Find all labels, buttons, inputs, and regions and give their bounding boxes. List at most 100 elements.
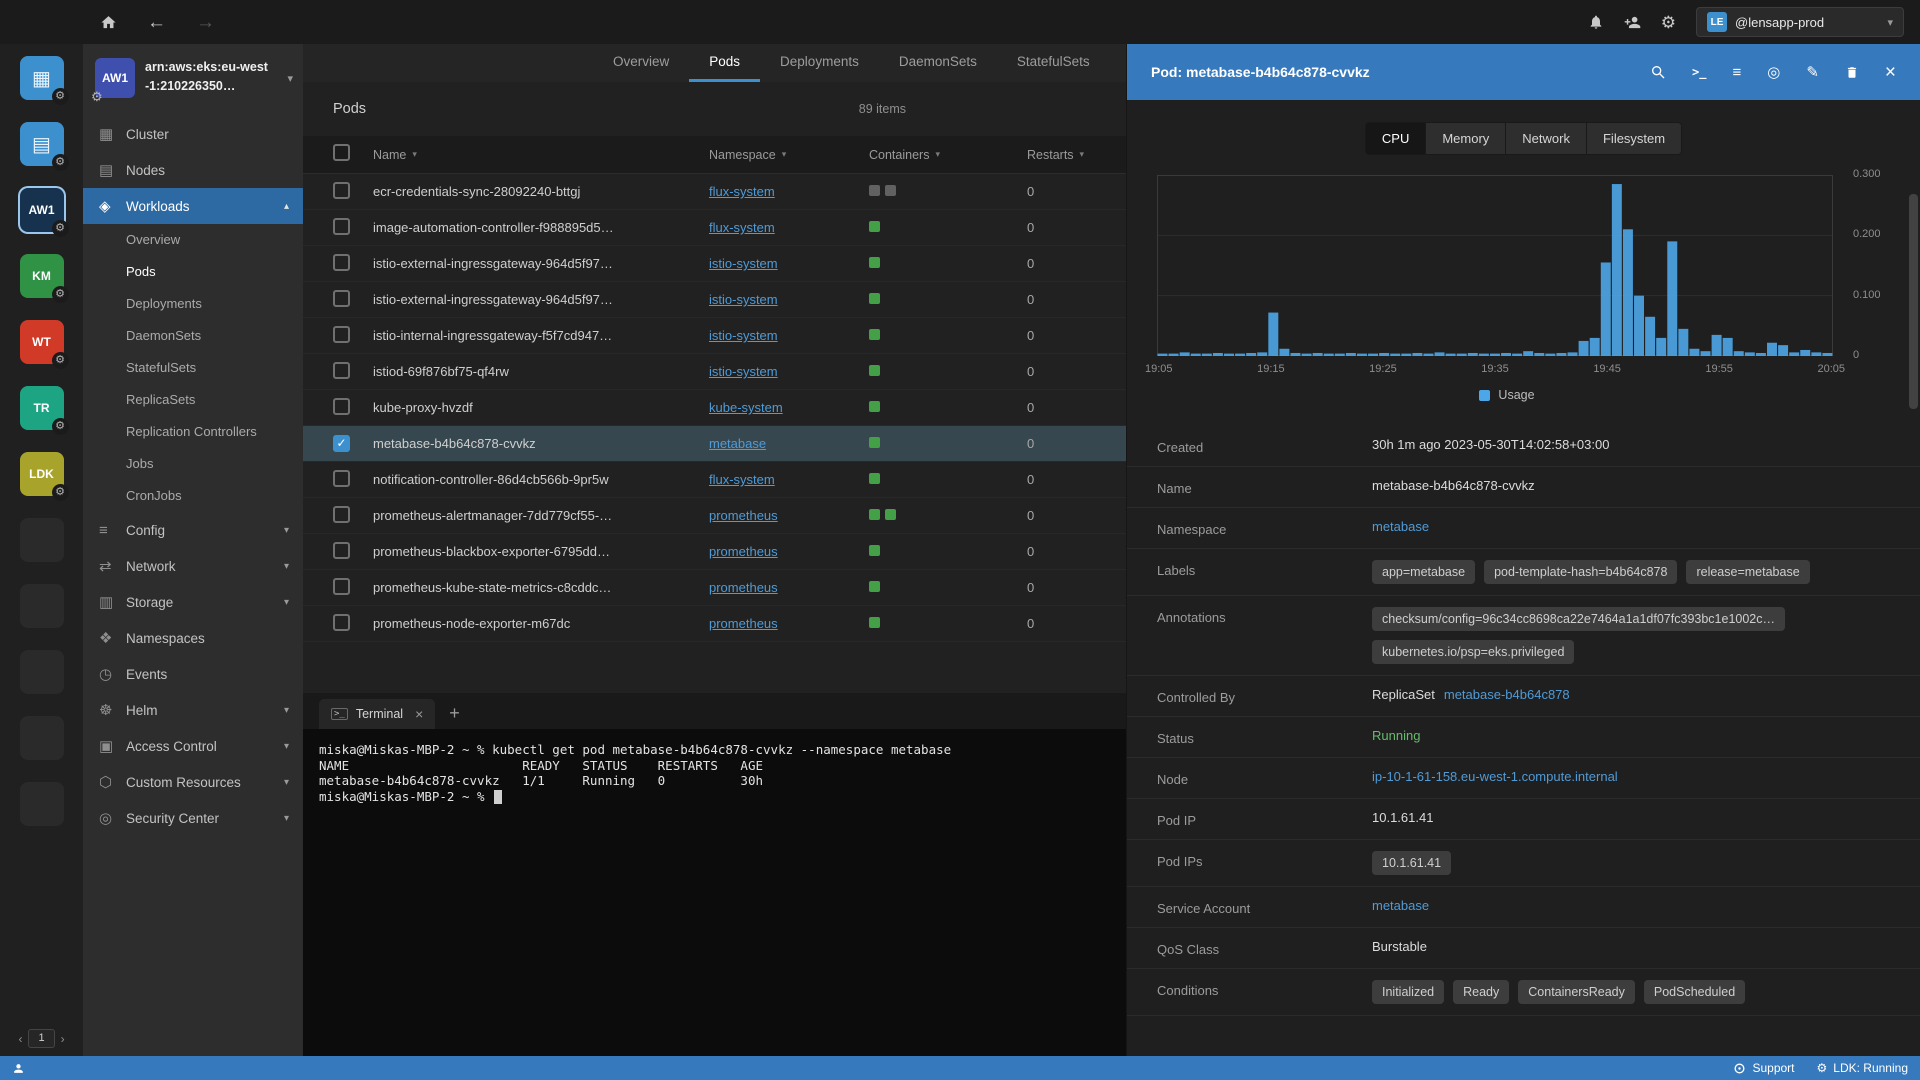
settings-gear-icon[interactable]: ⚙	[1661, 14, 1676, 31]
hotbar-tile-cluster-tr[interactable]: TR ⚙	[19, 386, 69, 435]
page-next-button[interactable]: ›	[61, 1032, 65, 1046]
select-all-checkbox[interactable]	[333, 143, 350, 161]
metrics-tab-cpu[interactable]: CPU	[1364, 122, 1427, 155]
scrollbar-thumb[interactable]	[1909, 194, 1918, 409]
namespace-link[interactable]: istio-system	[709, 256, 778, 271]
namespace-link[interactable]: flux-system	[709, 220, 775, 235]
row-checkbox[interactable]	[333, 613, 350, 631]
row-checkbox[interactable]	[333, 325, 350, 343]
page-prev-button[interactable]: ‹	[18, 1032, 22, 1046]
delete-icon[interactable]	[1845, 65, 1859, 80]
sidebar-item-nodes[interactable]: ▤ Nodes	[83, 152, 303, 188]
table-row[interactable]: ecr-credentials-sync-28092240-bttgj flux-…	[303, 174, 1126, 210]
tab-overview[interactable]: Overview	[593, 44, 689, 82]
row-checkbox[interactable]	[333, 397, 350, 415]
close-icon[interactable]: ×	[1885, 63, 1896, 82]
sidebar-item-jobs[interactable]: Jobs	[83, 448, 303, 480]
row-checkbox[interactable]	[333, 361, 350, 379]
hotbar-tile-cluster-aw1[interactable]: AW1 ⚙	[19, 188, 69, 237]
cluster-switcher[interactable]: AW1 ⚙ arn:aws:eks:eu-west-1:210226350… ▾	[83, 44, 303, 108]
sidebar-item-helm[interactable]: ☸ Helm ▾	[83, 692, 303, 728]
attach-pod-icon[interactable]: ◎	[1767, 65, 1780, 80]
namespace-link[interactable]: istio-system	[709, 328, 778, 343]
column-header-name[interactable]: Name ▾	[373, 148, 709, 162]
pod-shell-icon[interactable]: >_	[1692, 66, 1706, 78]
column-header-namespace[interactable]: Namespace ▾	[709, 148, 869, 162]
table-row[interactable]: prometheus-node-exporter-m67dc prometheus…	[303, 606, 1126, 642]
hotbar-tile-cluster-ldk[interactable]: LDK ⚙	[19, 452, 69, 501]
row-checkbox[interactable]	[333, 541, 350, 559]
close-icon[interactable]: ×	[415, 706, 423, 722]
sidebar-item-namespaces[interactable]: ❖ Namespaces	[83, 620, 303, 656]
namespace-link[interactable]: flux-system	[709, 184, 775, 199]
gear-badge-icon[interactable]: ⚙	[51, 484, 69, 501]
namespace-link[interactable]: istio-system	[709, 292, 778, 307]
namespace-link[interactable]: prometheus	[709, 508, 778, 523]
cluster-settings-icon[interactable]: ⚙	[91, 89, 103, 105]
sidebar-item-network[interactable]: ⇄ Network ▾	[83, 548, 303, 584]
new-tab-button[interactable]: +	[449, 703, 460, 724]
row-checkbox[interactable]	[333, 505, 350, 523]
terminal-tab[interactable]: >_ Terminal ×	[319, 699, 436, 729]
terminal-output[interactable]: miska@Miskas-MBP-2 ~ % kubectl get pod m…	[303, 729, 1126, 1056]
sidebar-item-pods[interactable]: Pods	[83, 256, 303, 288]
sidebar-item-overview[interactable]: Overview	[83, 224, 303, 256]
forward-icon[interactable]: →	[196, 13, 215, 32]
sidebar-item-custom-resources[interactable]: ⬡ Custom Resources ▾	[83, 764, 303, 800]
namespace-link[interactable]: metabase	[709, 436, 766, 451]
metrics-tab-network[interactable]: Network	[1506, 122, 1587, 155]
table-row[interactable]: image-automation-controller-f988895d5… fl…	[303, 210, 1126, 246]
chart-legend[interactable]: Usage	[1157, 388, 1857, 402]
column-header-restarts[interactable]: Restarts ▾	[1027, 148, 1126, 162]
field-link[interactable]: ip-10-1-61-158.eu-west-1.compute.interna…	[1372, 769, 1618, 784]
field-link[interactable]: metabase	[1372, 519, 1429, 534]
gear-badge-icon[interactable]: ⚙	[51, 154, 69, 171]
tab-pods[interactable]: Pods	[689, 44, 761, 82]
gear-badge-icon[interactable]: ⚙	[51, 352, 69, 369]
sidebar-item-security-center[interactable]: ◎ Security Center ▾	[83, 800, 303, 836]
sidebar-item-events[interactable]: ◷ Events	[83, 656, 303, 692]
pod-logs-icon[interactable]: ≡	[1732, 65, 1741, 80]
home-icon[interactable]	[100, 14, 117, 31]
namespace-link[interactable]: prometheus	[709, 544, 778, 559]
sidebar-item-replicasets[interactable]: ReplicaSets	[83, 384, 303, 416]
table-row[interactable]: ✓ metabase-b4b64c878-cvvkz metabase 0	[303, 426, 1126, 462]
search-icon[interactable]	[1650, 64, 1666, 80]
sidebar-item-statefulsets[interactable]: StatefulSets	[83, 352, 303, 384]
row-checkbox[interactable]	[333, 289, 350, 307]
gear-badge-icon[interactable]: ⚙	[51, 418, 69, 435]
tab-statefulsets[interactable]: StatefulSets	[997, 44, 1110, 82]
table-row[interactable]: prometheus-alertmanager-7dd779cf55-… prom…	[303, 498, 1126, 534]
namespace-link[interactable]: istio-system	[709, 364, 778, 379]
sidebar-item-config[interactable]: ≡ Config ▾	[83, 512, 303, 548]
row-checkbox[interactable]	[333, 253, 350, 271]
table-row[interactable]: notification-controller-86d4cb566b-9pr5w…	[303, 462, 1126, 498]
tab-daemonsets[interactable]: DaemonSets	[879, 44, 997, 82]
hotbar-tile-cluster-wt[interactable]: WT ⚙	[19, 320, 69, 369]
row-checkbox[interactable]: ✓	[333, 435, 350, 452]
hotbar-tile-cluster-km[interactable]: KM ⚙	[19, 254, 69, 303]
hotbar-tile-app-menu[interactable]: ▤ ⚙	[19, 122, 69, 171]
table-row[interactable]: istiod-69f876bf75-qf4rw istio-system 0	[303, 354, 1126, 390]
row-checkbox[interactable]	[333, 577, 350, 595]
support-button[interactable]: Support	[1733, 1061, 1795, 1075]
row-checkbox[interactable]	[333, 469, 350, 487]
sidebar-item-cronjobs[interactable]: CronJobs	[83, 480, 303, 512]
table-row[interactable]: prometheus-blackbox-exporter-6795dd… prom…	[303, 534, 1126, 570]
table-row[interactable]: istio-internal-ingressgateway-f5f7cd947……	[303, 318, 1126, 354]
table-row[interactable]: prometheus-kube-state-metrics-c8cddc… pro…	[303, 570, 1126, 606]
metrics-tab-memory[interactable]: Memory	[1426, 122, 1507, 155]
user-status-icon[interactable]	[12, 1062, 25, 1075]
row-checkbox[interactable]	[333, 217, 350, 235]
back-icon[interactable]: ←	[147, 13, 166, 32]
row-checkbox[interactable]	[333, 181, 350, 199]
account-selector[interactable]: LE @lensapp-prod ▾	[1696, 7, 1904, 37]
tab-deployments[interactable]: Deployments	[760, 44, 879, 82]
invite-user-icon[interactable]	[1624, 14, 1641, 31]
notifications-bell-icon[interactable]	[1588, 14, 1604, 30]
sidebar-item-workloads[interactable]: ◈ Workloads ▴	[83, 188, 303, 224]
namespace-link[interactable]: flux-system	[709, 472, 775, 487]
namespace-link[interactable]: prometheus	[709, 616, 778, 631]
sidebar-item-replication-controllers[interactable]: Replication Controllers	[83, 416, 303, 448]
table-row[interactable]: kube-proxy-hvzdf kube-system 0	[303, 390, 1126, 426]
